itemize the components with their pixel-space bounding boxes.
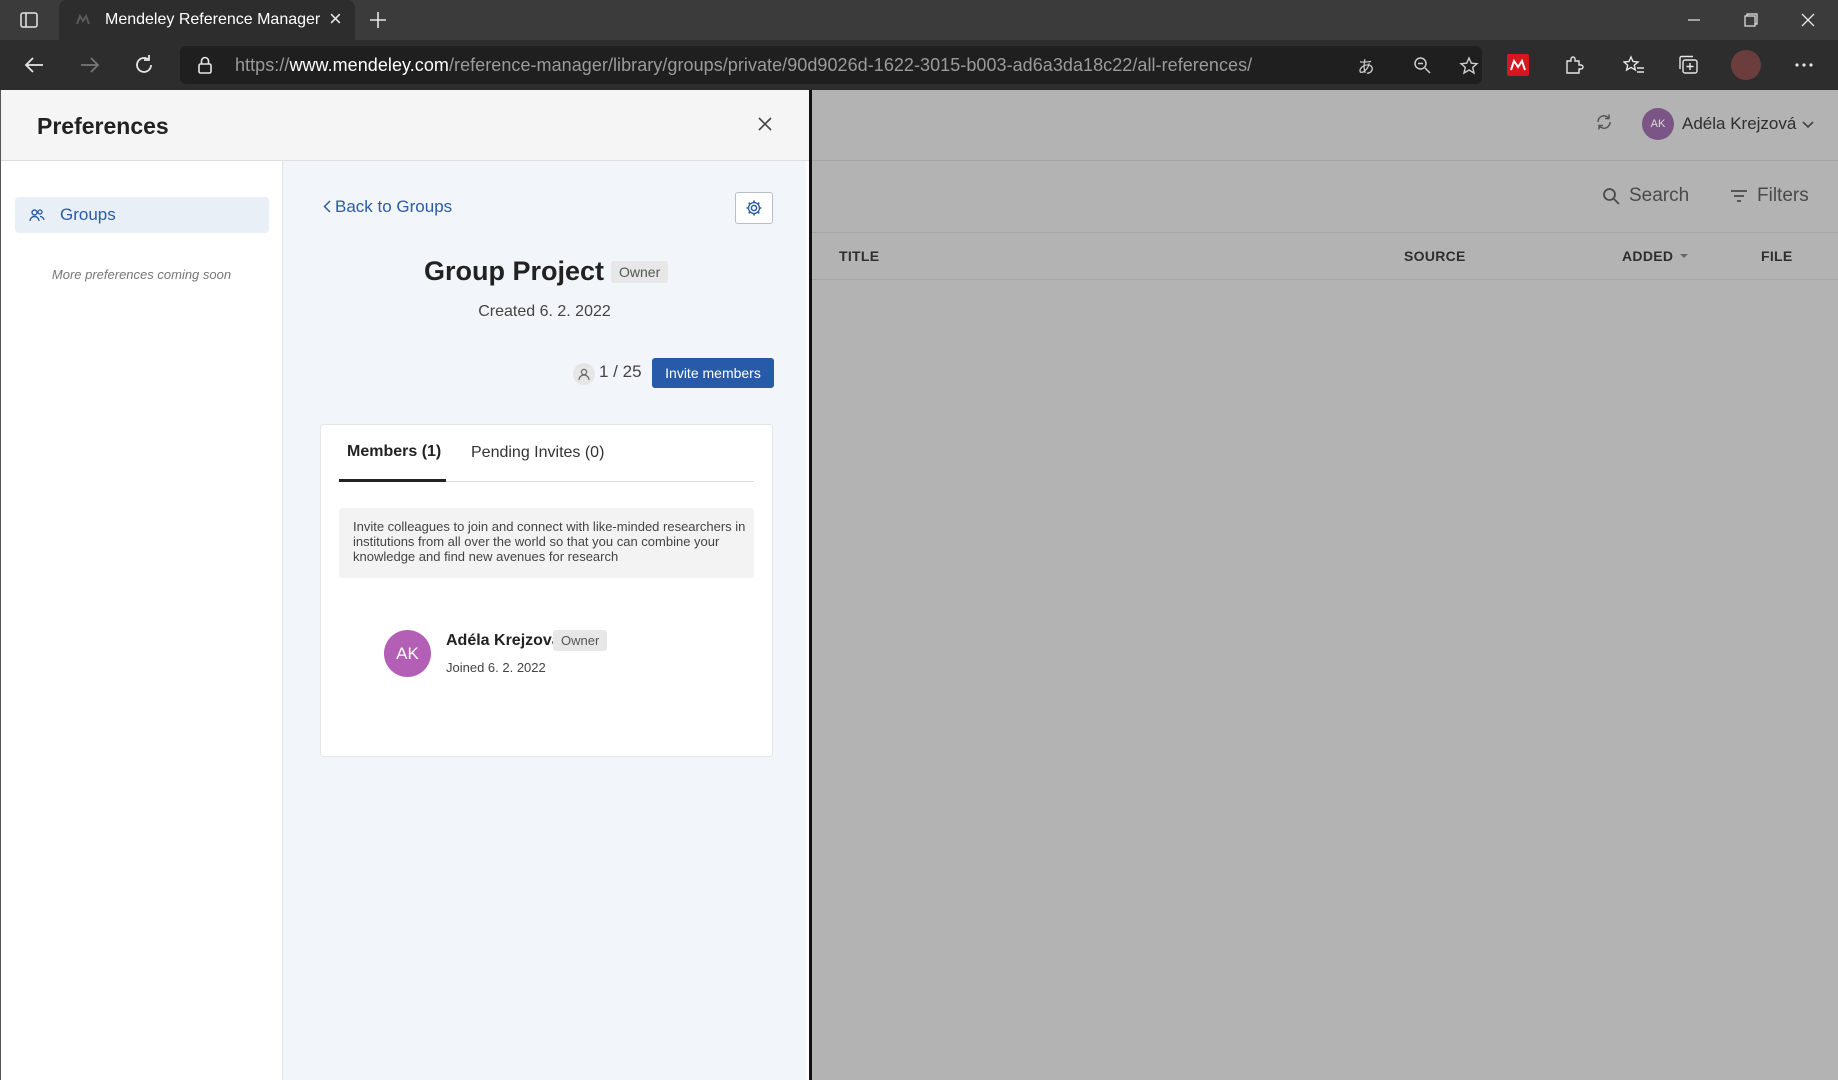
column-title[interactable]: TITLE	[839, 248, 879, 264]
gear-icon	[746, 200, 762, 216]
filter-icon[interactable]	[1728, 185, 1750, 207]
sort-desc-icon[interactable]	[1678, 251, 1690, 261]
column-added[interactable]: ADDED	[1622, 248, 1673, 264]
forward-icon[interactable]	[78, 53, 102, 77]
mendeley-favicon-icon	[76, 13, 90, 25]
url-prefix: https://	[235, 55, 290, 75]
member-count-icon	[573, 363, 595, 385]
browser-titlebar: Mendeley Reference Manager ×	[0, 0, 1838, 40]
favorites-icon[interactable]	[1622, 53, 1646, 77]
group-name: Group Project	[424, 256, 605, 286]
mendeley-extension-icon[interactable]	[1507, 54, 1529, 76]
preferences-modal: Preferences Groups More preferences comi…	[0, 90, 812, 1080]
invite-info-box: Invite colleagues to join and connect wi…	[339, 508, 754, 578]
search-icon[interactable]	[1600, 185, 1622, 207]
members-card: Members (1) Pending Invites (0) Invite c…	[320, 424, 773, 757]
refresh-icon[interactable]	[132, 53, 156, 77]
back-icon[interactable]	[22, 53, 46, 77]
member-role-badge: Owner	[553, 630, 608, 651]
url-host: www.mendeley.com	[289, 55, 449, 75]
close-icon[interactable]	[751, 110, 779, 138]
translate-icon[interactable]: あ	[1355, 54, 1377, 77]
invite-info-text: Invite colleagues to join and connect wi…	[353, 519, 746, 564]
member-joined-date: Joined 6. 2. 2022	[446, 660, 546, 675]
sidebar-item-groups[interactable]: Groups	[15, 197, 269, 233]
people-icon	[29, 209, 45, 222]
extensions-icon[interactable]	[1562, 53, 1586, 77]
back-to-groups-label: Back to Groups	[335, 197, 453, 216]
members-tabs: Members (1) Pending Invites (0)	[339, 425, 754, 482]
add-favorite-icon[interactable]	[1457, 54, 1481, 78]
url-text[interactable]: https://www.mendeley.com/reference-manag…	[235, 55, 1252, 76]
modal-title: Preferences	[37, 113, 169, 139]
filters-button[interactable]: Filters	[1757, 185, 1809, 207]
tab-members[interactable]: Members (1)	[347, 443, 441, 479]
browser-toolbar: https://www.mendeley.com/reference-manag…	[0, 40, 1838, 90]
address-bar[interactable]: https://www.mendeley.com/reference-manag…	[180, 46, 1482, 84]
new-tab-icon[interactable]	[366, 8, 390, 32]
modal-header: Preferences	[1, 90, 809, 161]
user-avatar[interactable]: AK	[1642, 108, 1674, 140]
profile-avatar-icon[interactable]	[1731, 50, 1761, 80]
member-count: 1 / 25	[599, 362, 642, 381]
app-header: AK Adéla Krejzová	[812, 90, 1838, 161]
tab-title: Mendeley Reference Manager	[105, 11, 321, 28]
sidebar-item-label: Groups	[60, 205, 116, 224]
column-source[interactable]: SOURCE	[1404, 248, 1466, 264]
member-name: Adéla Krejzová	[446, 632, 561, 649]
group-created-date: Created 6. 2. 2022	[478, 303, 611, 320]
column-file[interactable]: FILE	[1761, 248, 1793, 264]
more-preferences-note: More preferences coming soon	[51, 267, 232, 282]
chevron-down-icon[interactable]	[1800, 116, 1816, 132]
more-menu-icon[interactable]	[1792, 53, 1816, 77]
collections-icon[interactable]	[1677, 53, 1701, 77]
preferences-sidebar: Groups More preferences coming soon	[1, 161, 283, 1080]
tab-close-icon[interactable]: ×	[329, 8, 342, 30]
sync-icon[interactable]	[1592, 110, 1616, 134]
lock-icon[interactable]	[195, 55, 215, 75]
group-settings-button[interactable]	[735, 192, 773, 224]
back-to-groups-link[interactable]: Back to Groups	[323, 197, 452, 218]
references-table-header: TITLE SOURCE ADDED FILE	[812, 232, 1838, 280]
close-window-icon[interactable]	[1780, 0, 1836, 40]
chevron-left-icon	[323, 198, 331, 218]
zoom-out-icon[interactable]	[1411, 54, 1433, 76]
group-details-panel: Back to Groups Group Project Owner Creat…	[283, 161, 806, 1080]
tab-pending-invites[interactable]: Pending Invites (0)	[471, 444, 604, 462]
browser-tab[interactable]: Mendeley Reference Manager ×	[59, 0, 355, 40]
url-path: /reference-manager/library/groups/privat…	[448, 55, 1253, 75]
restore-icon[interactable]	[1723, 0, 1779, 40]
minimize-icon[interactable]	[1666, 0, 1722, 40]
invite-members-button[interactable]: Invite members	[652, 358, 774, 388]
search-button[interactable]: Search	[1629, 185, 1689, 207]
group-role-badge: Owner	[611, 261, 669, 283]
active-tab-indicator	[339, 479, 446, 482]
tab-actions-icon[interactable]	[18, 9, 40, 31]
member-avatar: AK	[384, 630, 431, 677]
user-menu-name[interactable]: Adéla Krejzová	[1682, 114, 1796, 134]
